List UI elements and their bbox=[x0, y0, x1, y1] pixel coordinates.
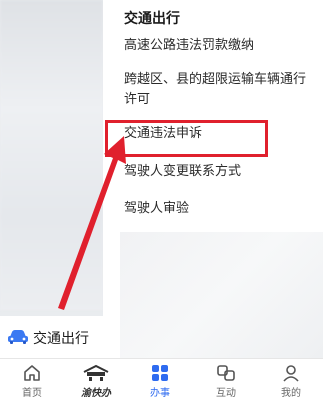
section-title: 交通出行 bbox=[124, 11, 180, 27]
sidebar-blurred-area bbox=[0, 0, 103, 310]
tab-logo[interactable]: 渝快办 bbox=[64, 359, 128, 401]
tab-home[interactable]: 首页 bbox=[0, 359, 64, 401]
home-icon bbox=[24, 365, 40, 381]
tab-interact[interactable]: 互动 bbox=[194, 359, 258, 401]
highlight-annotation-box bbox=[105, 120, 268, 157]
tab-label: 办事 bbox=[150, 388, 170, 399]
service-list-panel: 交通出行 高速公路违法罚款缴纳 跨越区、县的超限运输车辆通行许可 交通违法申诉 … bbox=[103, 0, 323, 358]
bottom-tab-bar: 首页 渝快办 办事 互动 我的 bbox=[0, 358, 323, 401]
sidebar-item-traffic[interactable]: 交通出行 bbox=[0, 316, 103, 358]
tab-profile[interactable]: 我的 bbox=[259, 359, 323, 401]
tab-label: 互动 bbox=[216, 388, 236, 399]
sidebar-item-label: 交通出行 bbox=[33, 331, 89, 347]
tab-services[interactable]: 办事 bbox=[128, 359, 192, 401]
menu-item-highway-fine[interactable]: 高速公路违法罚款缴纳 bbox=[124, 36, 323, 56]
menu-item-driver-contact-change[interactable]: 驾驶人变更联系方式 bbox=[124, 162, 323, 182]
logo-icon bbox=[83, 364, 109, 381]
blurred-content-area bbox=[120, 232, 323, 358]
menu-item-overload-permit[interactable]: 跨越区、县的超限运输车辆通行许可 bbox=[124, 70, 314, 110]
interact-icon bbox=[217, 365, 235, 381]
tab-label: 我的 bbox=[281, 388, 301, 399]
tab-label: 渝快办 bbox=[81, 388, 111, 399]
apps-icon bbox=[152, 365, 168, 381]
tab-label: 首页 bbox=[22, 388, 42, 399]
menu-item-driver-review[interactable]: 驾驶人审验 bbox=[124, 199, 323, 219]
category-sidebar: 交通出行 bbox=[0, 0, 103, 358]
car-icon bbox=[8, 330, 28, 344]
user-icon bbox=[283, 365, 299, 382]
